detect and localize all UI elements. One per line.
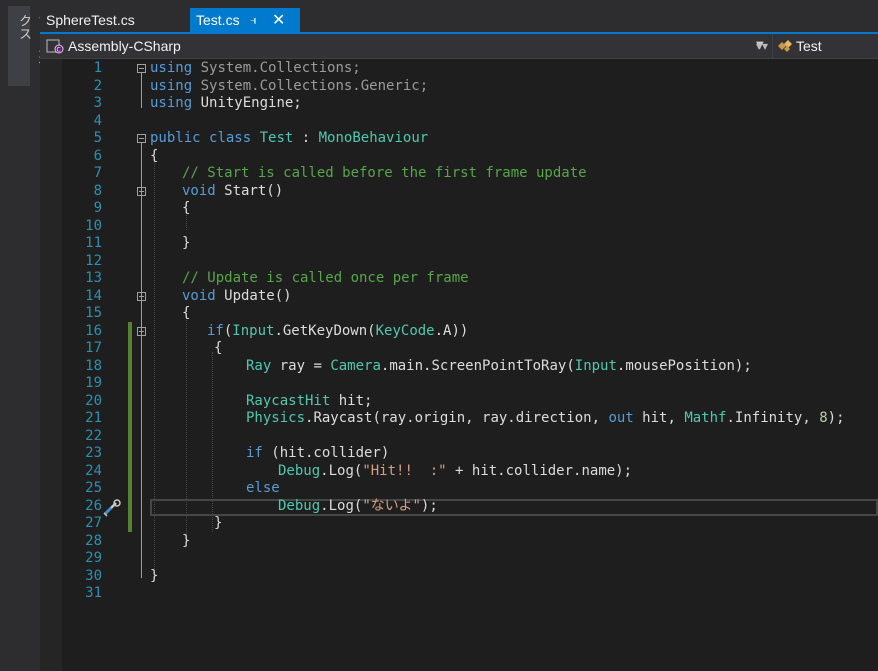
- document-tab-strip: SphereTest.cs Test.cs ⫣ ✕: [40, 0, 878, 32]
- project-label: Assembly-CSharp: [68, 38, 181, 54]
- code-line-1: using System.Collections;: [150, 60, 361, 76]
- code-line-8: void Start(): [182, 182, 284, 199]
- fold-line: [141, 73, 142, 108]
- tab-spheretest[interactable]: SphereTest.cs: [46, 8, 186, 32]
- code-line-30: }: [150, 567, 159, 584]
- code-line-28: }: [182, 532, 191, 549]
- fold-line: [141, 195, 142, 245]
- fold-toggle-icon[interactable]: [137, 327, 146, 336]
- code-line-14: void Update(): [182, 287, 292, 304]
- toolbox-strip: ツールボックス: [0, 0, 50, 671]
- code-line-24: Debug.Log("Hit!! :" + hit.collider.name)…: [278, 462, 633, 479]
- code-editor[interactable]: 1 2 3 4 5 6 7 8 9 10 11 12 13 14 15 16 17 18 19 20 21 22 23 24 2…: [40, 59, 878, 671]
- code-line-26: Debug.Log("ないよ");: [278, 497, 438, 514]
- code-line-9: {: [182, 200, 191, 216]
- code-line-5: public class Test : MonoBehaviour: [150, 130, 429, 146]
- code-line-27: }: [214, 515, 223, 531]
- code-line-13: // Update is called once per frame: [182, 270, 469, 286]
- code-line-16: if(Input.GetKeyDown(KeyCode.A)): [207, 322, 469, 339]
- quick-actions-icon[interactable]: [102, 499, 122, 517]
- code-line-23: if (hit.collider): [246, 445, 390, 461]
- code-line-11: }: [182, 235, 191, 251]
- class-label: Test: [796, 38, 822, 54]
- code-line-20: RaycastHit hit;: [246, 392, 373, 409]
- fold-line: [141, 335, 142, 530]
- pin-icon[interactable]: ⫣: [250, 8, 257, 32]
- code-line-21: Physics.Raycast(ray.origin, ray.directio…: [246, 410, 845, 426]
- navigation-bar: C Assembly-CSharp ▼ ▾▾ Test: [40, 34, 878, 59]
- code-line-3: using UnityEngine;: [150, 95, 302, 111]
- class-icon: [778, 40, 792, 52]
- code-line-17: {: [214, 340, 223, 356]
- tab-test-label: Test.cs: [196, 12, 240, 28]
- svg-text:C: C: [57, 47, 61, 54]
- code-line-15: {: [182, 305, 191, 321]
- code-line-2: using System.Collections.Generic;: [150, 77, 429, 94]
- current-line-highlight: [150, 499, 878, 516]
- csharp-project-icon: C: [46, 39, 64, 54]
- project-dropdown[interactable]: C Assembly-CSharp ▼: [42, 34, 773, 58]
- code-line-18: Ray ray = Camera.main.ScreenPointToRay(I…: [246, 357, 752, 374]
- code-line-6: {: [150, 147, 159, 164]
- fold-toggle-icon[interactable]: [137, 187, 146, 196]
- change-bar: [128, 322, 132, 532]
- class-dropdown[interactable]: Test: [772, 34, 878, 58]
- fold-toggle-icon[interactable]: [137, 292, 146, 301]
- code-line-7: // Start is called before the first fram…: [182, 165, 587, 181]
- toolbox-tab[interactable]: ツールボックス: [8, 6, 50, 86]
- code-line-25: else: [246, 480, 280, 496]
- fold-toggle-icon[interactable]: [137, 134, 146, 143]
- close-icon[interactable]: ✕: [272, 8, 285, 32]
- indent-guide: [154, 159, 155, 579]
- fold-toggle-icon[interactable]: [137, 64, 146, 73]
